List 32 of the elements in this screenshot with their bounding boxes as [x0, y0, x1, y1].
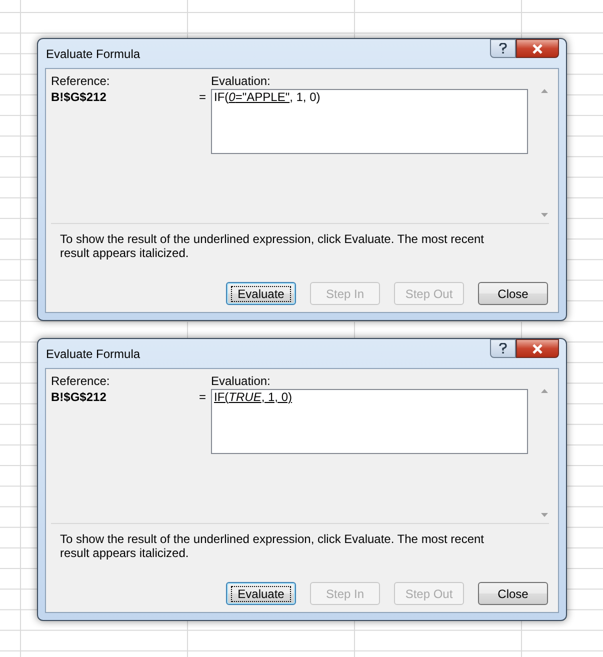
evaluation-label: Evaluation:: [211, 74, 272, 89]
dialog-button[interactable]: Evaluate: [226, 582, 296, 605]
reference-label: Reference:: [51, 74, 111, 89]
dialog-button[interactable]: Close: [478, 582, 548, 605]
close-button[interactable]: [516, 339, 559, 358]
reference-value: B!$G$212: [51, 90, 108, 105]
scrollbar[interactable]: [538, 89, 550, 217]
dialog-button[interactable]: Evaluate: [226, 282, 296, 305]
evaluation-field[interactable]: IF(0="APPLE", 1, 0): [211, 89, 528, 154]
close-button[interactable]: [516, 39, 559, 58]
close-icon: [532, 344, 543, 354]
reference-label: Reference:: [51, 374, 111, 389]
window-title: Evaluate Formula: [45, 46, 140, 62]
dialog-button[interactable]: Close: [478, 282, 548, 305]
instructions-text: To show the result of the underlined expression, click Evaluate. The most recent result appears italicized.: [60, 232, 486, 260]
close-icon: [532, 44, 543, 54]
scrollbar[interactable]: [538, 389, 550, 517]
scroll-down-icon[interactable]: [540, 213, 548, 217]
help-icon: [499, 343, 507, 354]
evaluation-label: Evaluation:: [211, 374, 272, 389]
equals-sign: =: [199, 390, 208, 406]
scroll-up-icon[interactable]: [540, 89, 548, 93]
scroll-up-icon[interactable]: [540, 389, 548, 393]
help-button[interactable]: [490, 39, 516, 58]
reference-value: B!$G$212: [51, 390, 108, 405]
equals-sign: =: [199, 90, 208, 106]
help-icon: [499, 43, 507, 54]
scroll-down-icon[interactable]: [540, 513, 548, 517]
evaluation-field[interactable]: IF(TRUE, 1, 0): [211, 389, 528, 454]
instructions-text: To show the result of the underlined expression, click Evaluate. The most recent result appears italicized.: [60, 532, 486, 560]
help-button[interactable]: [490, 339, 516, 358]
window-title: Evaluate Formula: [45, 346, 140, 362]
